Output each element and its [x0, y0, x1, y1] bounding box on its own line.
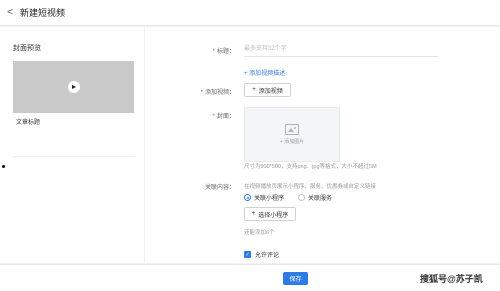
plus-icon: +: [251, 211, 256, 217]
add-video-label: * 添加视频：: [200, 90, 235, 96]
card-title: 文章标题: [16, 120, 41, 126]
cover-label: * 封面：: [212, 114, 235, 120]
radio-checked-icon: [244, 194, 251, 201]
add-video-button[interactable]: + 添加视频: [244, 83, 291, 97]
checkbox-checked-icon: ✓: [244, 251, 251, 258]
cover-hint: 尺寸为900*500，支持png、jpg等格式，大小不超过5M: [244, 164, 377, 170]
page-header: < 新建短视频: [0, 0, 500, 26]
add-description-link[interactable]: + 添加视频描述: [244, 68, 285, 77]
allow-comment-checkbox[interactable]: ✓ 允许评论: [244, 250, 279, 259]
upload-text: + 添加图片: [279, 139, 305, 145]
title-input[interactable]: 最多支持32个字: [244, 42, 439, 57]
watermark: 搜狐号@苏子凯: [420, 274, 483, 284]
title-label: * 标题：: [212, 49, 235, 55]
radio-unchecked-icon: [298, 194, 306, 201]
plus-icon: +: [252, 87, 256, 93]
cover-upload[interactable]: + 添加图片: [244, 107, 340, 162]
required-mark: *: [212, 49, 215, 55]
save-button[interactable]: 保存: [283, 272, 308, 285]
radio-service[interactable]: 关联服务: [298, 193, 332, 202]
form-area: * 标题： 最多支持32个字 + 添加视频描述 * 添加视频： + 添加视频 * 封面：…: [145, 27, 500, 263]
select-mini-program-button[interactable]: + 选择小程序: [244, 207, 296, 221]
content-area: 封面预览 文章标题 * 标题： 最多支持32个字 + 添加视频描述 * 添加视频： …: [0, 27, 500, 263]
cover-preview-title: 封面预览: [13, 45, 41, 52]
required-mark: *: [200, 90, 203, 96]
bullet-dot: [2, 165, 5, 168]
related-hint: 在视频播放页展示小程序、服务、优惠券或自定义链接: [244, 184, 377, 190]
related-content-label: 关联内容：: [204, 185, 235, 191]
play-icon[interactable]: [67, 81, 80, 93]
related-type-radio-group: 关联小程序 关联服务: [244, 193, 332, 202]
radio-mini-program[interactable]: 关联小程序: [244, 193, 284, 202]
back-icon[interactable]: <: [0, 0, 20, 26]
remaining-hint: 还能添加6个: [244, 230, 275, 236]
image-icon: [285, 124, 299, 135]
page-title: 新建短视频: [20, 8, 66, 18]
cover-preview-panel: 封面预览 文章标题: [0, 27, 145, 263]
required-mark: *: [212, 114, 215, 120]
video-thumbnail: [13, 61, 134, 113]
cover-card: 文章标题: [13, 61, 134, 157]
